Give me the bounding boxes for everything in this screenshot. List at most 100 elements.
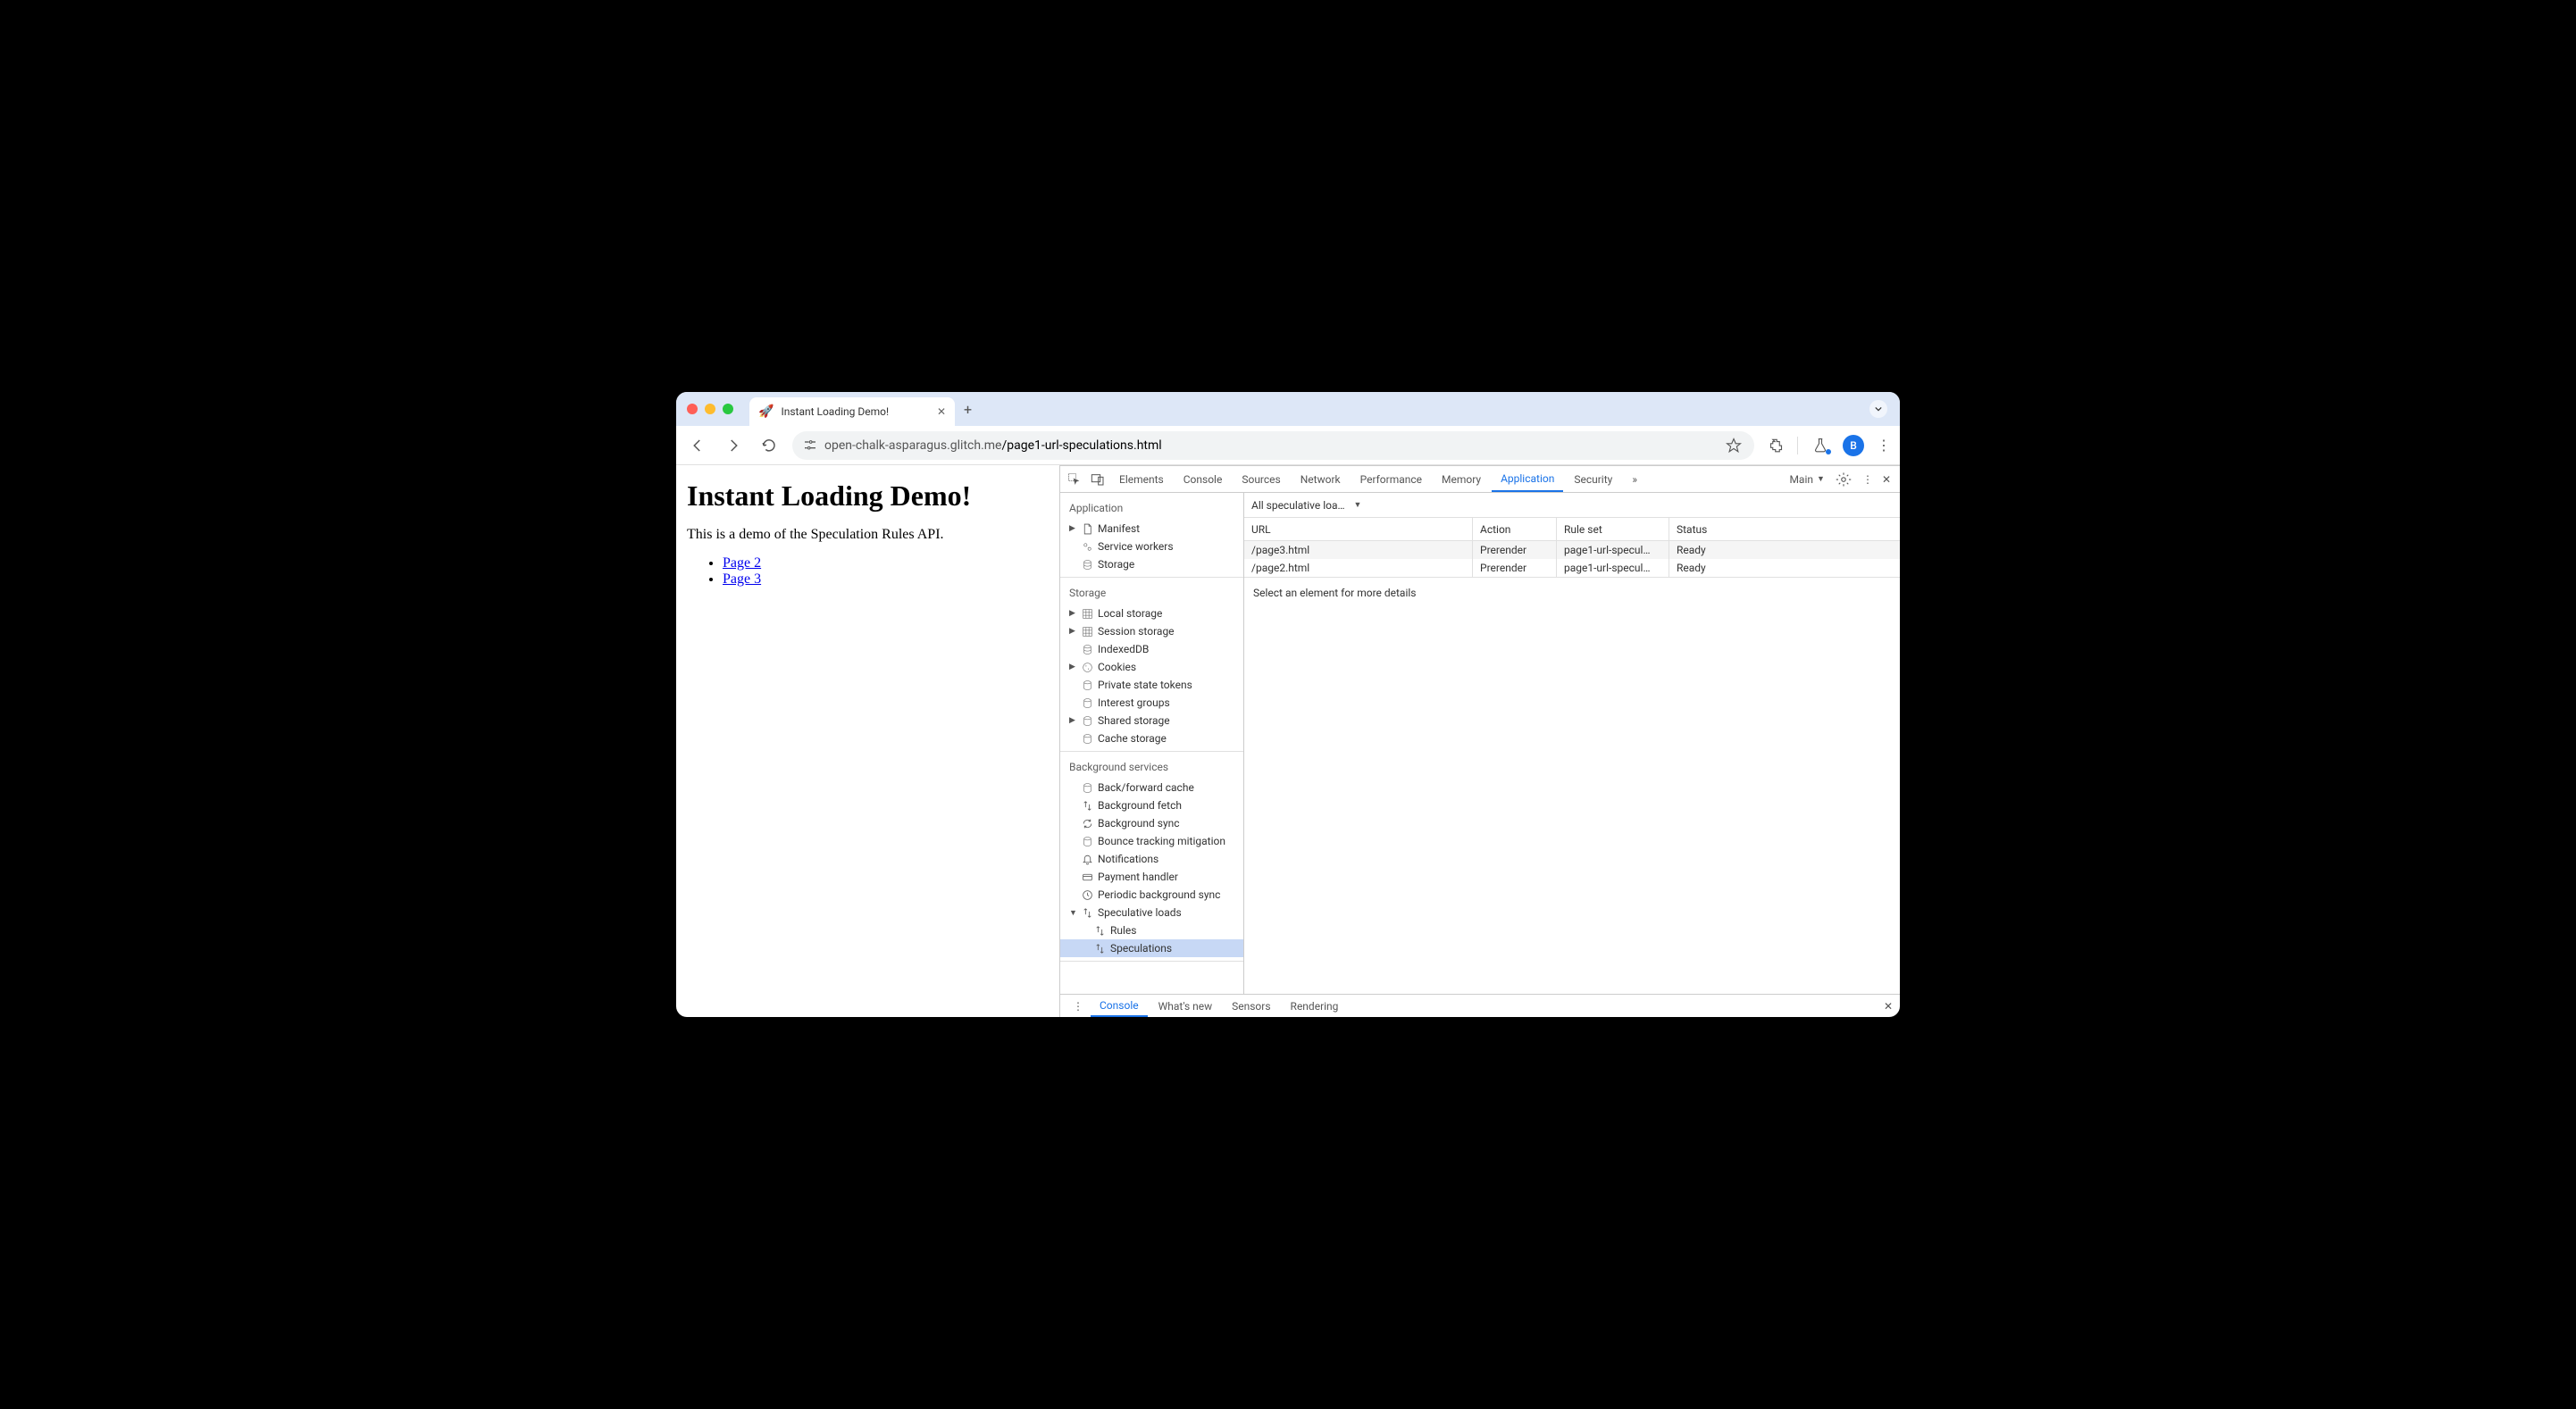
sidebar-item-private-tokens[interactable]: Private state tokens	[1060, 676, 1243, 694]
tabs-overflow-button[interactable]: »	[1623, 466, 1646, 492]
window-close-button[interactable]	[687, 404, 698, 414]
tab-console[interactable]: Console	[1175, 466, 1232, 492]
transfer-icon	[1093, 925, 1106, 937]
page-link[interactable]: Page 3	[723, 571, 761, 587]
more-menu-button[interactable]: ⋮	[1877, 437, 1891, 454]
sidebar-item-payment[interactable]: Payment handler	[1060, 868, 1243, 886]
transfer-icon	[1081, 907, 1093, 919]
list-item: Page 2	[723, 555, 1049, 571]
sidebar-item-speculations[interactable]: Speculations	[1060, 939, 1243, 957]
database-icon	[1081, 559, 1093, 571]
sidebar-item-rules[interactable]: Rules	[1060, 921, 1243, 939]
tab-memory[interactable]: Memory	[1433, 466, 1490, 492]
drawer-tab-whatsnew[interactable]: What's new	[1150, 995, 1222, 1017]
tab-network[interactable]: Network	[1292, 466, 1350, 492]
target-dropdown[interactable]: Main▼	[1789, 473, 1824, 486]
sidebar-item-indexeddb[interactable]: IndexedDB	[1060, 640, 1243, 658]
sidebar-item-bg-sync[interactable]: Background sync	[1060, 814, 1243, 832]
window-minimize-button[interactable]	[705, 404, 715, 414]
devtools-drawer: ⋮ Console What's new Sensors Rendering ✕	[1060, 994, 1900, 1017]
sidebar-item-local-storage[interactable]: ▶Local storage	[1060, 604, 1243, 622]
back-button[interactable]	[685, 433, 710, 458]
sidebar-item-bg-fetch[interactable]: Background fetch	[1060, 796, 1243, 814]
inspect-element-icon[interactable]	[1064, 472, 1085, 487]
database-icon	[1081, 733, 1093, 745]
more-icon[interactable]: ⋮	[1862, 473, 1873, 486]
sidebar-item-notifications[interactable]: Notifications	[1060, 850, 1243, 868]
sidebar-item-periodic-sync[interactable]: Periodic background sync	[1060, 886, 1243, 904]
sidebar-item-manifest[interactable]: ▶Manifest	[1060, 520, 1243, 538]
filter-dropdown[interactable]: All speculative loa… ▼	[1251, 499, 1361, 512]
toolbar: open-chalk-asparagus.glitch.me/page1-url…	[676, 426, 1900, 465]
sidebar-item-cache-storage[interactable]: Cache storage	[1060, 730, 1243, 747]
database-icon	[1081, 644, 1093, 655]
sidebar-item-cookies[interactable]: ▶Cookies	[1060, 658, 1243, 676]
speculations-table: URL Action Rule set Status /page3.html P…	[1244, 518, 1900, 578]
tab-overflow-button[interactable]	[1869, 400, 1887, 418]
tab-security[interactable]: Security	[1565, 466, 1621, 492]
drawer-tab-console[interactable]: Console	[1091, 995, 1148, 1017]
col-action[interactable]: Action	[1473, 518, 1557, 540]
transfer-icon	[1093, 943, 1106, 955]
section-application: Application	[1060, 496, 1243, 520]
drawer-tab-rendering[interactable]: Rendering	[1282, 995, 1348, 1017]
sidebar-item-session-storage[interactable]: ▶Session storage	[1060, 622, 1243, 640]
drawer-close-button[interactable]: ✕	[1884, 1000, 1893, 1013]
close-devtools-button[interactable]: ✕	[1882, 473, 1891, 486]
table-row[interactable]: /page2.html Prerender page1-url-specul… …	[1244, 559, 1900, 577]
devtools-panel: Elements Console Sources Network Perform…	[1060, 465, 1900, 1017]
drawer-tab-sensors[interactable]: Sensors	[1223, 995, 1279, 1017]
extensions-button[interactable]	[1765, 438, 1785, 454]
page-title: Instant Loading Demo!	[687, 479, 1049, 513]
sidebar-item-bounce[interactable]: Bounce tracking mitigation	[1060, 832, 1243, 850]
drawer-more-button[interactable]: ⋮	[1067, 1000, 1089, 1013]
details-pane: Select an element for more details	[1244, 578, 1900, 994]
tab-sources[interactable]: Sources	[1233, 466, 1289, 492]
tab-application[interactable]: Application	[1492, 466, 1563, 492]
devtools-sidebar: Application ▶Manifest Service workers St…	[1060, 493, 1244, 994]
grid-icon	[1081, 626, 1093, 638]
address-bar[interactable]: open-chalk-asparagus.glitch.me/page1-url…	[792, 431, 1754, 460]
document-icon	[1081, 523, 1093, 535]
sidebar-item-service-workers[interactable]: Service workers	[1060, 538, 1243, 555]
device-toolbar-icon[interactable]	[1087, 472, 1108, 487]
cookie-icon	[1081, 662, 1093, 673]
devtools-tab-bar: Elements Console Sources Network Perform…	[1060, 466, 1900, 493]
site-settings-icon[interactable]	[803, 438, 817, 453]
tab-performance[interactable]: Performance	[1351, 466, 1431, 492]
section-storage: Storage	[1060, 581, 1243, 604]
labs-button[interactable]	[1811, 438, 1830, 454]
database-icon	[1081, 715, 1093, 727]
page-link[interactable]: Page 2	[723, 555, 761, 571]
col-url[interactable]: URL	[1244, 518, 1473, 540]
tab-elements[interactable]: Elements	[1110, 466, 1173, 492]
list-item: Page 3	[723, 571, 1049, 588]
sidebar-item-interest-groups[interactable]: Interest groups	[1060, 694, 1243, 712]
col-ruleset[interactable]: Rule set	[1557, 518, 1669, 540]
sync-icon	[1081, 818, 1093, 830]
transfer-icon	[1081, 800, 1093, 812]
forward-button[interactable]	[721, 433, 746, 458]
database-icon	[1081, 697, 1093, 709]
grid-icon	[1081, 608, 1093, 620]
tab-close-button[interactable]: ✕	[937, 405, 946, 418]
sidebar-item-shared-storage[interactable]: ▶Shared storage	[1060, 712, 1243, 730]
gears-icon	[1081, 541, 1093, 553]
clock-icon	[1081, 889, 1093, 901]
profile-avatar[interactable]: B	[1843, 435, 1864, 456]
window-maximize-button[interactable]	[723, 404, 733, 414]
database-icon	[1081, 679, 1093, 691]
col-status[interactable]: Status	[1669, 518, 1900, 540]
bookmark-button[interactable]	[1724, 438, 1744, 454]
table-row[interactable]: /page3.html Prerender page1-url-specul… …	[1244, 541, 1900, 559]
traffic-lights	[683, 404, 740, 414]
sidebar-item-bfcache[interactable]: Back/forward cache	[1060, 779, 1243, 796]
browser-tab[interactable]: 🚀 Instant Loading Demo! ✕	[749, 397, 955, 426]
reload-button[interactable]	[757, 433, 782, 458]
sidebar-item-storage[interactable]: Storage	[1060, 555, 1243, 573]
tab-title: Instant Loading Demo!	[781, 405, 889, 418]
settings-icon[interactable]	[1834, 471, 1853, 488]
sidebar-item-speculative-loads[interactable]: ▼Speculative loads	[1060, 904, 1243, 921]
card-icon	[1081, 871, 1093, 883]
new-tab-button[interactable]: +	[955, 401, 981, 418]
